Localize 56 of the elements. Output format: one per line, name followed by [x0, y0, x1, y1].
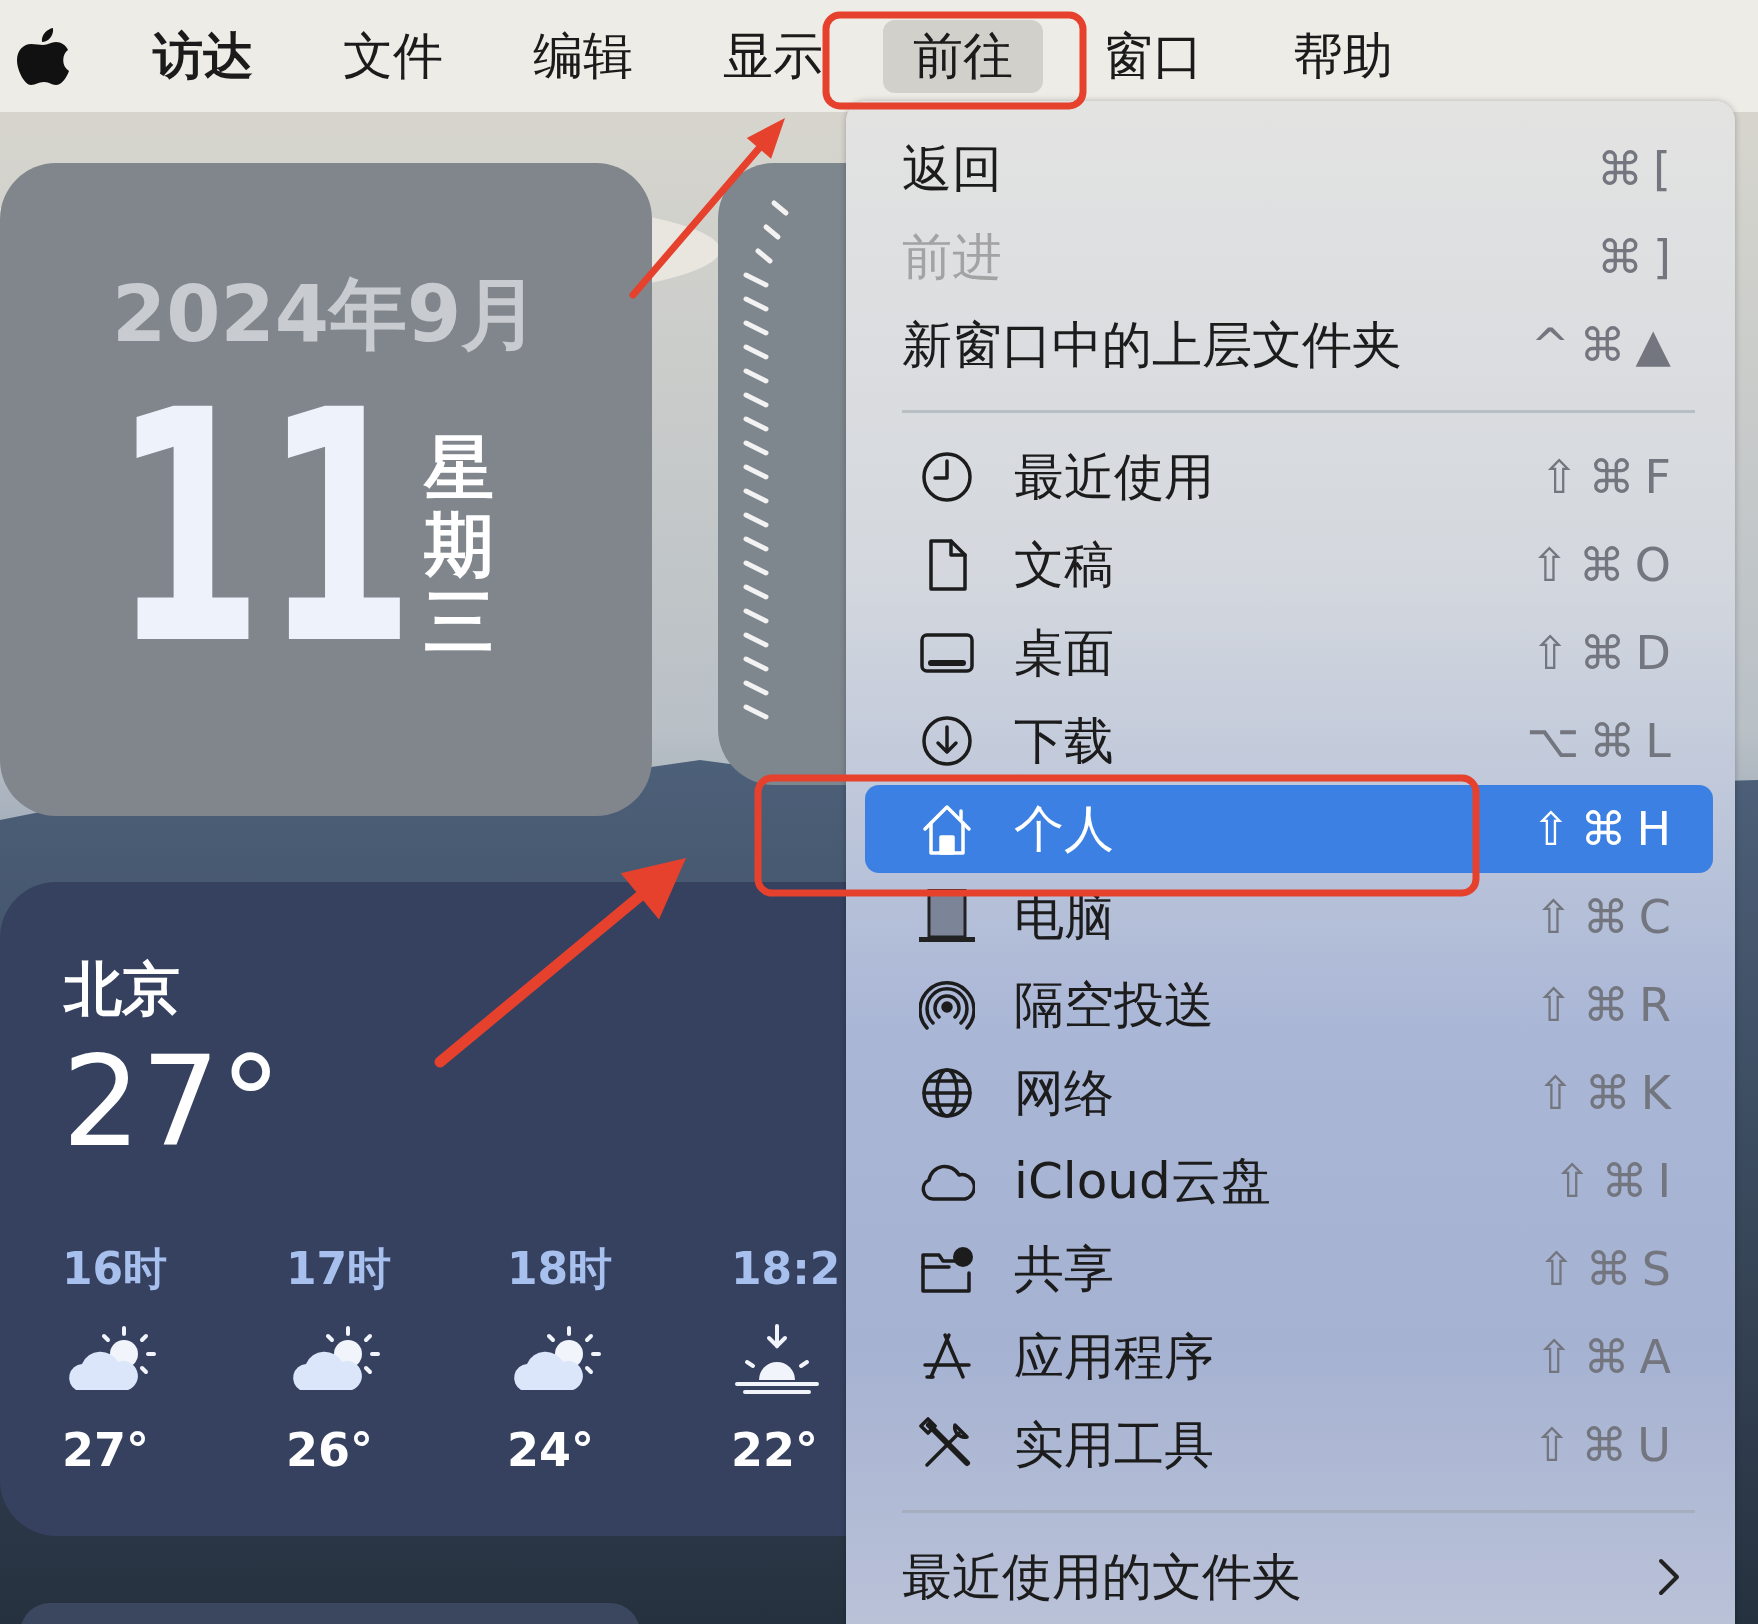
menu-item[interactable]: 应用程序 ⇧⌘A [865, 1313, 1713, 1401]
forecast-temperature: 22° [731, 1422, 818, 1479]
menu-item[interactable]: 文稿 ⇧⌘O [865, 521, 1713, 609]
menu-item[interactable]: 电脑 ⇧⌘C [865, 873, 1713, 961]
menu-item[interactable]: 桌面 ⇧⌘D [865, 609, 1713, 697]
shortcut-label: ⇧⌘R [1534, 976, 1681, 1034]
menu-item[interactable]: 个人 ⇧⌘H [865, 785, 1713, 873]
shortcut-label: ^⌘▲ [1531, 316, 1681, 374]
calendar-month: 2024年9月 [112, 268, 540, 361]
menu-item[interactable]: 最近使用的文件夹 [865, 1533, 1713, 1621]
computer-icon [919, 889, 975, 945]
apple-logo-icon[interactable] [17, 26, 69, 86]
globe-icon [919, 1065, 975, 1121]
menu-bar-item[interactable]: 前往 [883, 19, 1043, 93]
menu-item[interactable]: iCloud云盘 ⇧⌘I [865, 1137, 1713, 1225]
menu-item[interactable]: 网络 ⇧⌘K [865, 1049, 1713, 1137]
menu-item[interactable]: 隔空投送 ⇧⌘R [865, 961, 1713, 1049]
menu-bar-item[interactable]: 帮助 [1263, 19, 1423, 93]
weather-city: 北京 [64, 954, 180, 1025]
shortcut-label: ⇧⌘H [1531, 800, 1681, 858]
forecast-temperature: 27° [62, 1422, 149, 1479]
shortcut-label: ⌥⌘L [1526, 712, 1681, 770]
forecast-temperature: 26° [286, 1422, 373, 1479]
weather-temperature: 27° [62, 1040, 282, 1164]
forecast-time: 18时 [507, 1242, 613, 1296]
menu-item[interactable]: 共享 ⇧⌘S [865, 1225, 1713, 1313]
clock-icon [919, 449, 975, 505]
shortcut-label: ⇧⌘S [1537, 1240, 1681, 1298]
download-icon [919, 713, 975, 769]
menu-bar-item[interactable]: 文件 [313, 19, 473, 93]
menu-bar-item[interactable]: 访达 [123, 19, 283, 93]
menu-item[interactable]: 下载 ⌥⌘L [865, 697, 1713, 785]
shortcut-label: ⇧⌘D [1531, 624, 1681, 682]
shortcut-label: ⌘] [1597, 228, 1681, 286]
menu-bar-item[interactable]: 窗口 [1073, 19, 1233, 93]
shortcut-label: ⇧⌘U [1532, 1416, 1681, 1474]
submenu-chevron-icon [1657, 1557, 1681, 1597]
shortcut-label: ⇧⌘A [1535, 1328, 1681, 1386]
menu-item[interactable]: 实用工具 ⇧⌘U [865, 1401, 1713, 1489]
menu-item[interactable]: 返回 ⌘[ [865, 125, 1713, 213]
forecast-time: 17时 [286, 1242, 392, 1296]
shortcut-label: ⌘[ [1597, 140, 1681, 198]
menu-item[interactable]: 最近使用 ⇧⌘F [865, 433, 1713, 521]
shortcut-label: ⇧⌘C [1534, 888, 1681, 946]
menu-item[interactable]: 新窗口中的上层文件夹 ^⌘▲ [865, 301, 1713, 389]
shortcut-label: ⇧⌘F [1540, 448, 1681, 506]
forecast-time: 16时 [62, 1242, 168, 1296]
forecast-temperature: 24° [507, 1422, 594, 1479]
shortcut-label: ⇧⌘K [1536, 1064, 1681, 1122]
calendar-weekday: 星期三 [424, 430, 494, 661]
menu-bar-item[interactable]: 显示 [693, 19, 853, 93]
forecast-time: 18:2 [731, 1242, 841, 1296]
calendar-day: 11 [112, 400, 415, 656]
shortcut-label: ⇧⌘I [1552, 1152, 1681, 1210]
menu-bar-item[interactable]: 编辑 [503, 19, 663, 93]
shortcut-label: ⇧⌘O [1530, 536, 1681, 594]
